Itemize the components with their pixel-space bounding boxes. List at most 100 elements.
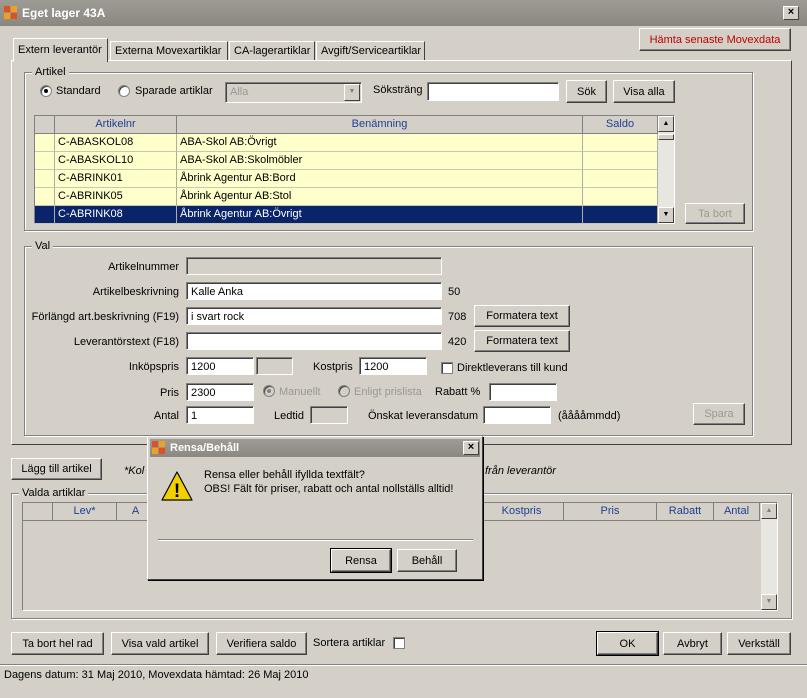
fetch-movex-data-button[interactable]: Hämta senaste Movexdata: [639, 28, 791, 51]
artikel-group-label: Artikel: [32, 66, 69, 78]
cell-saldo: [583, 206, 658, 224]
window-title: Eget lager 43A: [22, 6, 106, 20]
articles-grid[interactable]: Artikelnr Benämning Saldo C-ABASKOL08 AB…: [34, 115, 675, 224]
inkopspris-field[interactable]: 1200: [186, 357, 254, 375]
scroll-down-icon[interactable]: ▼: [761, 594, 777, 610]
tab-externa-movexartiklar[interactable]: Externa Movexartiklar: [110, 41, 228, 61]
note-right: från leverantör: [485, 465, 556, 477]
dialog-message-line1: Rensa eller behåll ifyllda textfält?: [204, 469, 365, 481]
format-text-button[interactable]: Formatera text: [474, 305, 570, 327]
artikelbeskrivning-limit: 50: [448, 286, 461, 298]
saved-select-value: Alla: [230, 86, 249, 98]
column-header-antal[interactable]: Antal: [714, 503, 760, 521]
kostpris-field[interactable]: 1200: [359, 357, 427, 375]
leverantorstext-limit: 420: [448, 336, 467, 348]
rabatt-field[interactable]: [489, 383, 557, 401]
verify-balance-button[interactable]: Verifiera saldo: [216, 632, 307, 655]
clear-button[interactable]: Rensa: [331, 549, 391, 572]
leverantorstext-field[interactable]: [186, 332, 442, 350]
column-header-kostpris[interactable]: Kostpris: [480, 503, 564, 521]
window-close-icon[interactable]: ×: [783, 6, 799, 20]
cancel-button[interactable]: Avbryt: [663, 632, 722, 655]
scroll-thumb[interactable]: [658, 134, 674, 140]
cell-benamning: Åbrink Agentur AB:Stol: [177, 188, 583, 206]
apply-button[interactable]: Verkställ: [727, 632, 791, 655]
column-header-rabatt[interactable]: Rabatt: [657, 503, 714, 521]
artikelbeskrivning-field[interactable]: Kalle Anka: [186, 282, 442, 300]
dialog-message-line2: OBS! Fält för priser, rabatt och antal n…: [204, 483, 454, 495]
valda-artiklar-label: Valda artiklar: [19, 487, 89, 499]
column-header-pris[interactable]: Pris: [564, 503, 657, 521]
status-text: Dagens datum: 31 Maj 2010, Movexdata häm…: [4, 669, 309, 681]
column-header-lev[interactable]: Lev*: [53, 503, 117, 521]
column-header-artikelnr[interactable]: Artikelnr: [55, 116, 177, 134]
warning-icon: !: [161, 471, 193, 501]
dialog-app-icon: [152, 441, 166, 455]
leveransdatum-hint: (ååååmmdd): [558, 410, 621, 422]
cell-saldo: [583, 188, 658, 206]
app-icon: [4, 6, 18, 20]
show-all-button[interactable]: Visa alla: [613, 80, 675, 103]
leverantorstext-label: Leverantörstext (F18): [73, 336, 179, 348]
dialog-close-icon[interactable]: ×: [463, 441, 479, 455]
save-button[interactable]: Spara: [693, 403, 745, 425]
tab-ca-lagerartiklar[interactable]: CA-lagerartiklar: [229, 41, 315, 61]
cell-benamning: ABA-Skol AB:Skolmöbler: [177, 152, 583, 170]
direktleverans-label: Direktleverans till kund: [457, 362, 568, 374]
sort-articles-checkbox[interactable]: [393, 637, 405, 649]
ledtid-label: Ledtid: [274, 410, 304, 422]
scroll-down-icon[interactable]: ▼: [658, 207, 674, 223]
window-title-bar: Eget lager 43A ×: [0, 0, 807, 26]
leveransdatum-field[interactable]: [483, 406, 551, 424]
kostpris-label: Kostpris: [313, 361, 353, 373]
cell-saldo: [583, 170, 658, 188]
radio-saved-articles[interactable]: [118, 85, 130, 97]
column-header-saldo[interactable]: Saldo: [583, 116, 658, 134]
forlangd-beskrivning-limit: 708: [448, 311, 467, 323]
selected-header-corner: [23, 503, 53, 521]
articles-scrollbar[interactable]: ▲ ▼: [658, 116, 674, 223]
dialog-divider: [158, 539, 473, 541]
tab-avgift-serviceartiklar[interactable]: Avgift/Serviceartiklar: [316, 41, 425, 61]
artikelnummer-field: [186, 257, 442, 275]
cell-artikelnr: C-ABRINK05: [55, 188, 177, 206]
ok-button[interactable]: OK: [597, 632, 658, 655]
cell-artikelnr: C-ABRINK08: [55, 206, 177, 224]
direktleverans-checkbox[interactable]: [441, 362, 453, 374]
column-header-benamning[interactable]: Benämning: [177, 116, 583, 134]
rensa-behall-dialog[interactable]: Rensa/Behåll × ! Rensa eller behåll ifyl…: [147, 436, 483, 580]
rabatt-label: Rabatt %: [435, 386, 481, 398]
remove-row-button[interactable]: Ta bort hel rad: [11, 632, 104, 655]
search-button[interactable]: Sök: [566, 80, 607, 103]
radio-enligt-prislista-label: Enligt prislista: [354, 386, 422, 398]
pris-field[interactable]: 2300: [186, 383, 254, 401]
selected-articles-scrollbar[interactable]: ▲ ▼: [761, 503, 777, 610]
chevron-down-icon[interactable]: ▼: [344, 84, 360, 101]
leveransdatum-label: Önskat leveransdatum: [368, 410, 479, 422]
radio-standard-label: Standard: [56, 85, 101, 97]
note-left: *Kol: [124, 465, 145, 477]
radio-manuellt-label: Manuellt: [279, 386, 321, 398]
inkopspris-label: Inköpspris: [128, 361, 179, 373]
scroll-up-icon[interactable]: ▲: [761, 503, 777, 519]
remove-article-button[interactable]: Ta bort: [685, 203, 745, 224]
radio-manuellt: [263, 385, 275, 397]
scroll-up-icon[interactable]: ▲: [658, 116, 674, 132]
format-lev-text-button[interactable]: Formatera text: [474, 330, 570, 352]
saved-articles-select[interactable]: Alla ▼: [225, 82, 362, 103]
keep-button[interactable]: Behåll: [397, 549, 457, 572]
dialog-title-bar: Rensa/Behåll ×: [150, 439, 480, 457]
dialog-title: Rensa/Behåll: [170, 442, 240, 454]
artikelnummer-label: Artikelnummer: [108, 261, 179, 273]
radio-standard[interactable]: [40, 85, 52, 97]
row-header-corner: [35, 116, 55, 134]
search-input[interactable]: [427, 82, 559, 101]
antal-field[interactable]: 1: [186, 406, 254, 424]
add-article-button[interactable]: Lägg till artikel: [11, 458, 102, 480]
forlangd-beskrivning-field[interactable]: i svart rock: [186, 307, 442, 325]
antal-label: Antal: [153, 410, 179, 422]
show-selected-article-button[interactable]: Visa vald artikel: [111, 632, 209, 655]
tab-extern-leverantor[interactable]: Extern leverantör: [13, 38, 108, 62]
inkopspris-extra-field: [256, 357, 293, 375]
cell-artikelnr: C-ABRINK01: [55, 170, 177, 188]
